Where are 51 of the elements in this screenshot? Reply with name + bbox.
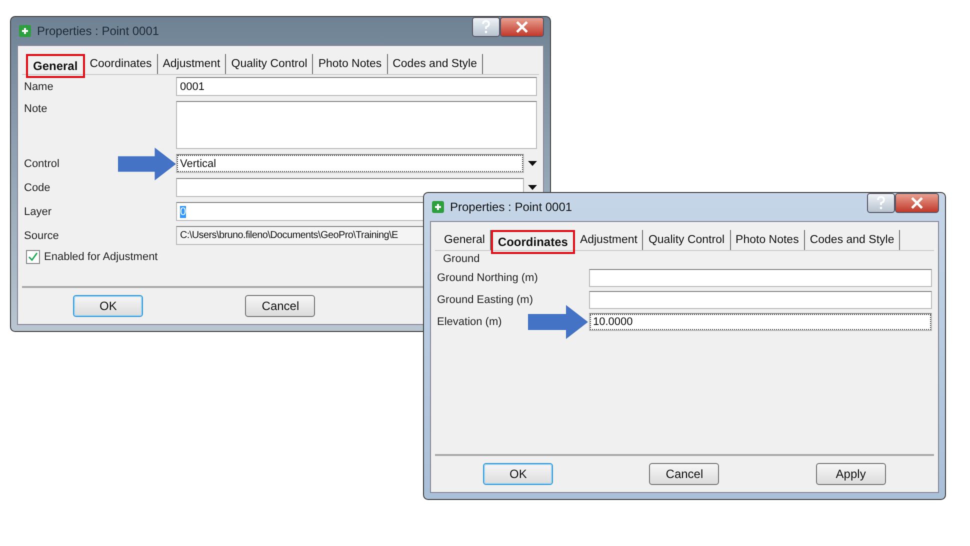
help-icon xyxy=(876,196,886,210)
field-label: Layer xyxy=(24,206,52,218)
field-label: Elevation (m) xyxy=(437,316,502,328)
note-field[interactable] xyxy=(176,101,537,149)
group-label: Ground xyxy=(442,253,481,265)
tab[interactable]: Adjustment xyxy=(574,230,644,250)
input-field[interactable]: 0001 xyxy=(176,77,537,96)
caret-icon[interactable] xyxy=(528,185,537,190)
close-icon xyxy=(911,197,923,209)
field-label: Code xyxy=(24,182,50,194)
tab[interactable]: Quality Control xyxy=(643,230,731,250)
tab[interactable]: Photo Notes xyxy=(313,54,388,74)
tab[interactable]: Photo Notes xyxy=(730,230,805,250)
close-icon xyxy=(516,21,528,33)
tab[interactable]: Quality Control xyxy=(226,54,314,74)
field-label: Source xyxy=(24,230,59,242)
app-icon xyxy=(432,201,444,213)
tab[interactable]: General xyxy=(439,230,491,250)
arrow-icon xyxy=(118,146,176,180)
dropdown-field[interactable] xyxy=(176,178,524,197)
checkbox[interactable] xyxy=(26,250,40,264)
dialog-button[interactable]: OK xyxy=(483,463,554,485)
arrow-icon xyxy=(527,305,589,339)
help-icon xyxy=(481,20,491,34)
field-label: Control xyxy=(24,158,60,170)
window-title: Properties : Point 0001 xyxy=(37,24,160,38)
close-button[interactable] xyxy=(895,193,939,213)
tab[interactable]: Adjustment xyxy=(158,54,226,74)
help-button[interactable] xyxy=(472,17,500,37)
field-label: Ground Northing (m) xyxy=(437,272,538,284)
field-label: Note xyxy=(24,103,48,115)
dialog-button[interactable]: Cancel xyxy=(245,295,316,317)
input-field[interactable] xyxy=(589,291,932,309)
dialog-button[interactable]: Apply xyxy=(816,463,886,485)
field-label: Ground Easting (m) xyxy=(437,294,533,306)
help-button[interactable] xyxy=(867,193,895,213)
input-field[interactable]: 10.0000 xyxy=(589,313,932,331)
app-icon xyxy=(19,25,31,37)
checkbox-label: Enabled for Adjustment xyxy=(44,251,158,263)
tab[interactable]: Coordinates xyxy=(490,230,575,254)
tab[interactable]: Codes and Style xyxy=(804,230,900,250)
close-button[interactable] xyxy=(500,17,544,37)
field-label: Name xyxy=(24,80,54,92)
caret-icon[interactable] xyxy=(528,161,537,166)
dialog-button[interactable]: OK xyxy=(73,295,144,317)
dialog-button[interactable]: Cancel xyxy=(649,463,720,485)
tab[interactable]: Codes and Style xyxy=(388,54,483,74)
input-field[interactable] xyxy=(589,269,932,287)
tab[interactable]: General xyxy=(26,54,85,78)
tab[interactable]: Coordinates xyxy=(84,54,158,74)
dropdown-field[interactable]: Vertical xyxy=(176,154,524,173)
